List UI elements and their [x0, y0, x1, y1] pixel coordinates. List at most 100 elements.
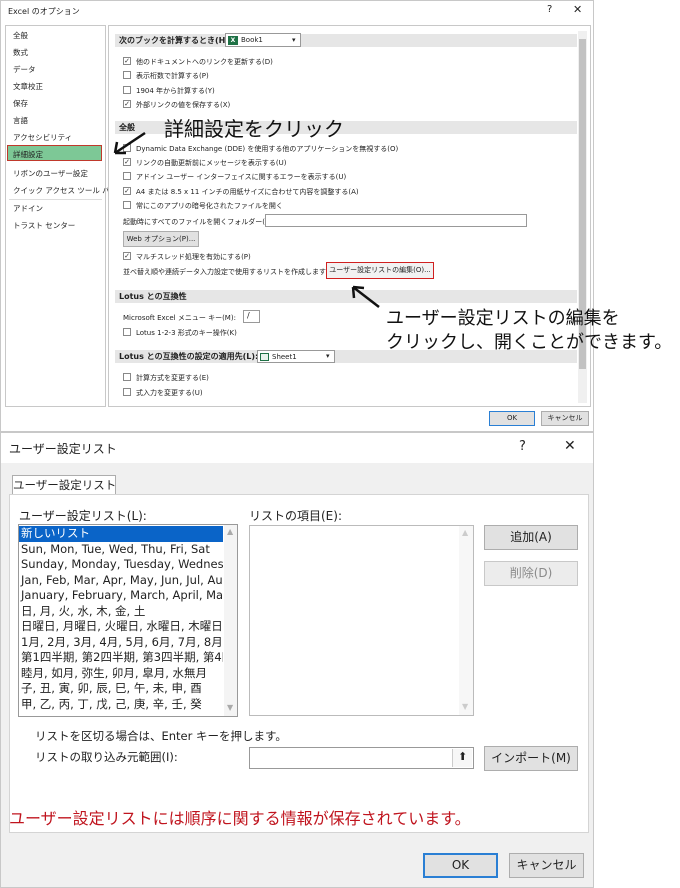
list-item[interactable]: 睦月, 如月, 弥生, 卯月, 皐月, 水無月: [19, 666, 223, 682]
help-button[interactable]: ?: [547, 4, 552, 15]
option-label: A4 または 8.5 x 11 インチの用紙サイズに合わせて内容を調整する(A): [136, 188, 359, 196]
annotation-click-advanced: 詳細設定をクリック: [164, 117, 344, 141]
nav-item-general[interactable]: 全般: [13, 30, 28, 41]
checkbox-precision[interactable]: [123, 71, 131, 79]
checkbox-formula-eval[interactable]: [123, 373, 131, 381]
option-label: Dynamic Data Exchange (DDE) を使用する他のアプリケー…: [136, 145, 399, 153]
list-item[interactable]: 第1四半期, 第2四半期, 第3四半期, 第4四半期: [19, 650, 223, 666]
dialog-title: ユーザー設定リスト: [9, 442, 117, 456]
add-button[interactable]: 追加(A): [484, 525, 578, 550]
nav-item-customize-ribbon[interactable]: リボンのユーザー設定: [13, 168, 88, 179]
cancel-button[interactable]: キャンセル: [541, 411, 589, 426]
custom-lists-listbox[interactable]: 新しいリスト Sun, Mon, Tue, Wed, Thu, Fri, Sat…: [18, 524, 238, 717]
help-button[interactable]: ?: [519, 439, 526, 454]
option-label: マルチスレッド処理を有効にする(P): [136, 253, 251, 261]
nav-item-formulas[interactable]: 数式: [13, 47, 28, 58]
nav-item-accessibility[interactable]: アクセシビリティ: [13, 132, 72, 143]
option-label: Lotus 1-2-3 形式のキー操作(K): [136, 329, 237, 337]
tab-custom-lists[interactable]: ユーザー設定リスト: [12, 475, 116, 495]
custom-lists-dialog: ユーザー設定リスト ? ✕ ユーザー設定リスト ユーザー設定リスト(L): リス…: [0, 432, 594, 888]
nav-item-quick-access[interactable]: クイック アクセス ツール バー: [13, 185, 117, 196]
chevron-down-icon: ▾: [292, 36, 296, 44]
option-label: アドイン ユーザー インターフェイスに関するエラーを表示する(U): [136, 173, 347, 181]
list-entries-textbox[interactable]: ▲ ▼: [249, 525, 474, 716]
checkbox-formula-entry[interactable]: [123, 388, 131, 396]
option-label: 外部リンクの値を保存する(X): [136, 101, 231, 109]
edit-custom-lists-button[interactable]: ユーザー設定リストの編集(O)...: [326, 262, 434, 279]
scroll-down-icon[interactable]: ▼: [227, 703, 233, 712]
checkbox-multithread[interactable]: ✓: [123, 252, 131, 260]
checkbox-link-prompt[interactable]: ✓: [123, 158, 131, 166]
cancel-button[interactable]: キャンセル: [509, 853, 584, 878]
import-range-input[interactable]: ⬆: [249, 747, 474, 769]
list-item[interactable]: 子, 丑, 寅, 卯, 辰, 巳, 午, 未, 申, 酉: [19, 681, 223, 697]
menu-key-input[interactable]: /: [243, 310, 260, 323]
listbox-scrollbar[interactable]: ▲ ▼: [224, 525, 237, 716]
delete-button[interactable]: 削除(D): [484, 561, 578, 586]
nav-item-trust-center[interactable]: トラスト センター: [13, 220, 75, 231]
nav-item-data[interactable]: データ: [13, 64, 36, 75]
scroll-down-icon[interactable]: ▼: [462, 702, 468, 711]
option-label: 計算方式を変更する(E): [136, 374, 209, 382]
option-label: 式入力を変更する(U): [136, 389, 203, 397]
sheet-icon: [260, 353, 269, 361]
sheet-select-value: Sheet1: [272, 353, 297, 361]
checkbox-paper-scale[interactable]: ✓: [123, 187, 131, 195]
collapse-dialog-button[interactable]: ⬆: [452, 749, 472, 767]
list-item[interactable]: 甲, 乙, 丙, 丁, 戊, 己, 庚, 辛, 壬, 癸: [19, 697, 223, 713]
excel-book-icon: X: [228, 36, 238, 45]
scroll-up-icon[interactable]: ▲: [227, 527, 233, 536]
separator-hint: リストを区切る場合は、Enter キーを押します。: [35, 729, 287, 743]
import-button[interactable]: インポート(M): [484, 746, 578, 771]
list-item[interactable]: Jan, Feb, Mar, Apr, May, Jun, Jul, Aug: [19, 573, 223, 589]
checkbox-update-links[interactable]: ✓: [123, 57, 131, 65]
entries-scrollbar[interactable]: ▲ ▼: [459, 526, 473, 715]
list-entries-label: リストの項目(E):: [249, 509, 342, 523]
nav-item-language[interactable]: 言語: [13, 115, 28, 126]
option-label: 表示桁数で計算する(P): [136, 72, 209, 80]
import-range-label: リストの取り込み元範囲(I):: [35, 750, 178, 764]
book-select-value: Book1: [241, 36, 263, 44]
list-item[interactable]: Sun, Mon, Tue, Wed, Thu, Fri, Sat: [19, 542, 223, 558]
dialog-title: Excel のオプション: [8, 7, 80, 16]
custom-lists-items: 新しいリスト Sun, Mon, Tue, Wed, Thu, Fri, Sat…: [19, 526, 223, 712]
sort-lists-label: 並べ替え順や連続データ入力設定で使用するリストを作成します:: [123, 268, 329, 276]
annotation-arrow-edit-lists: [351, 285, 380, 308]
annotation-arrow-advanced: [113, 131, 146, 155]
nav-item-addins[interactable]: アドイン: [13, 203, 43, 214]
calc-section-header: 次のブックを計算するとき(H):: [115, 34, 577, 47]
option-label: 常にこのアプリの暗号化されたファイルを開く: [136, 202, 283, 210]
checkbox-save-external[interactable]: ✓: [123, 100, 131, 108]
startup-folder-label: 起動時にすべてのファイルを開くフォルダー(L):: [123, 218, 275, 226]
nav-item-advanced[interactable]: 詳細設定: [13, 149, 43, 160]
web-options-button[interactable]: Web オプション(P)...: [123, 231, 199, 247]
checkbox-lotus-keys[interactable]: [123, 328, 131, 336]
scroll-up-icon[interactable]: ▲: [462, 528, 468, 537]
excel-options-dialog: Excel のオプション ? ✕ 全般 数式 データ 文章校正 保存 言語 アク…: [0, 0, 672, 432]
list-item[interactable]: January, February, March, April, May: [19, 588, 223, 604]
close-icon[interactable]: ✕: [573, 3, 582, 16]
annotation-edit-lists-line2: クリックし、開くことができます。: [386, 332, 673, 353]
annotation-order-info: ユーザー設定リストには順序に関する情報が保存されています。: [9, 809, 471, 828]
option-label: リンクの自動更新前にメッセージを表示する(U): [136, 159, 287, 167]
ok-button[interactable]: OK: [489, 411, 535, 426]
checkbox-encrypted[interactable]: [123, 201, 131, 209]
option-label: 1904 年から計算する(Y): [136, 87, 215, 95]
list-item-selected[interactable]: 新しいリスト: [19, 526, 223, 542]
list-item[interactable]: 日, 月, 火, 水, 木, 金, 土: [19, 604, 223, 620]
close-icon[interactable]: ✕: [564, 438, 576, 454]
book-select[interactable]: X Book1 ▾: [225, 33, 301, 47]
sheet-select[interactable]: Sheet1 ▾: [257, 350, 335, 363]
list-item[interactable]: Sunday, Monday, Tuesday, Wednesday: [19, 557, 223, 573]
custom-lists-label: ユーザー設定リスト(L):: [19, 509, 147, 523]
list-item[interactable]: 日曜日, 月曜日, 火曜日, 水曜日, 木曜日: [19, 619, 223, 635]
list-item[interactable]: 1月, 2月, 3月, 4月, 5月, 6月, 7月, 8月: [19, 635, 223, 651]
checkbox-addin-errors[interactable]: [123, 172, 131, 180]
startup-folder-input[interactable]: [265, 214, 527, 227]
ok-button[interactable]: OK: [423, 853, 498, 878]
checkbox-1904[interactable]: [123, 86, 131, 94]
nav-item-save[interactable]: 保存: [13, 98, 28, 109]
menu-key-label: Microsoft Excel メニュー キー(M):: [123, 314, 236, 322]
nav-item-proofing[interactable]: 文章校正: [13, 81, 43, 92]
nav-divider: [9, 199, 102, 200]
